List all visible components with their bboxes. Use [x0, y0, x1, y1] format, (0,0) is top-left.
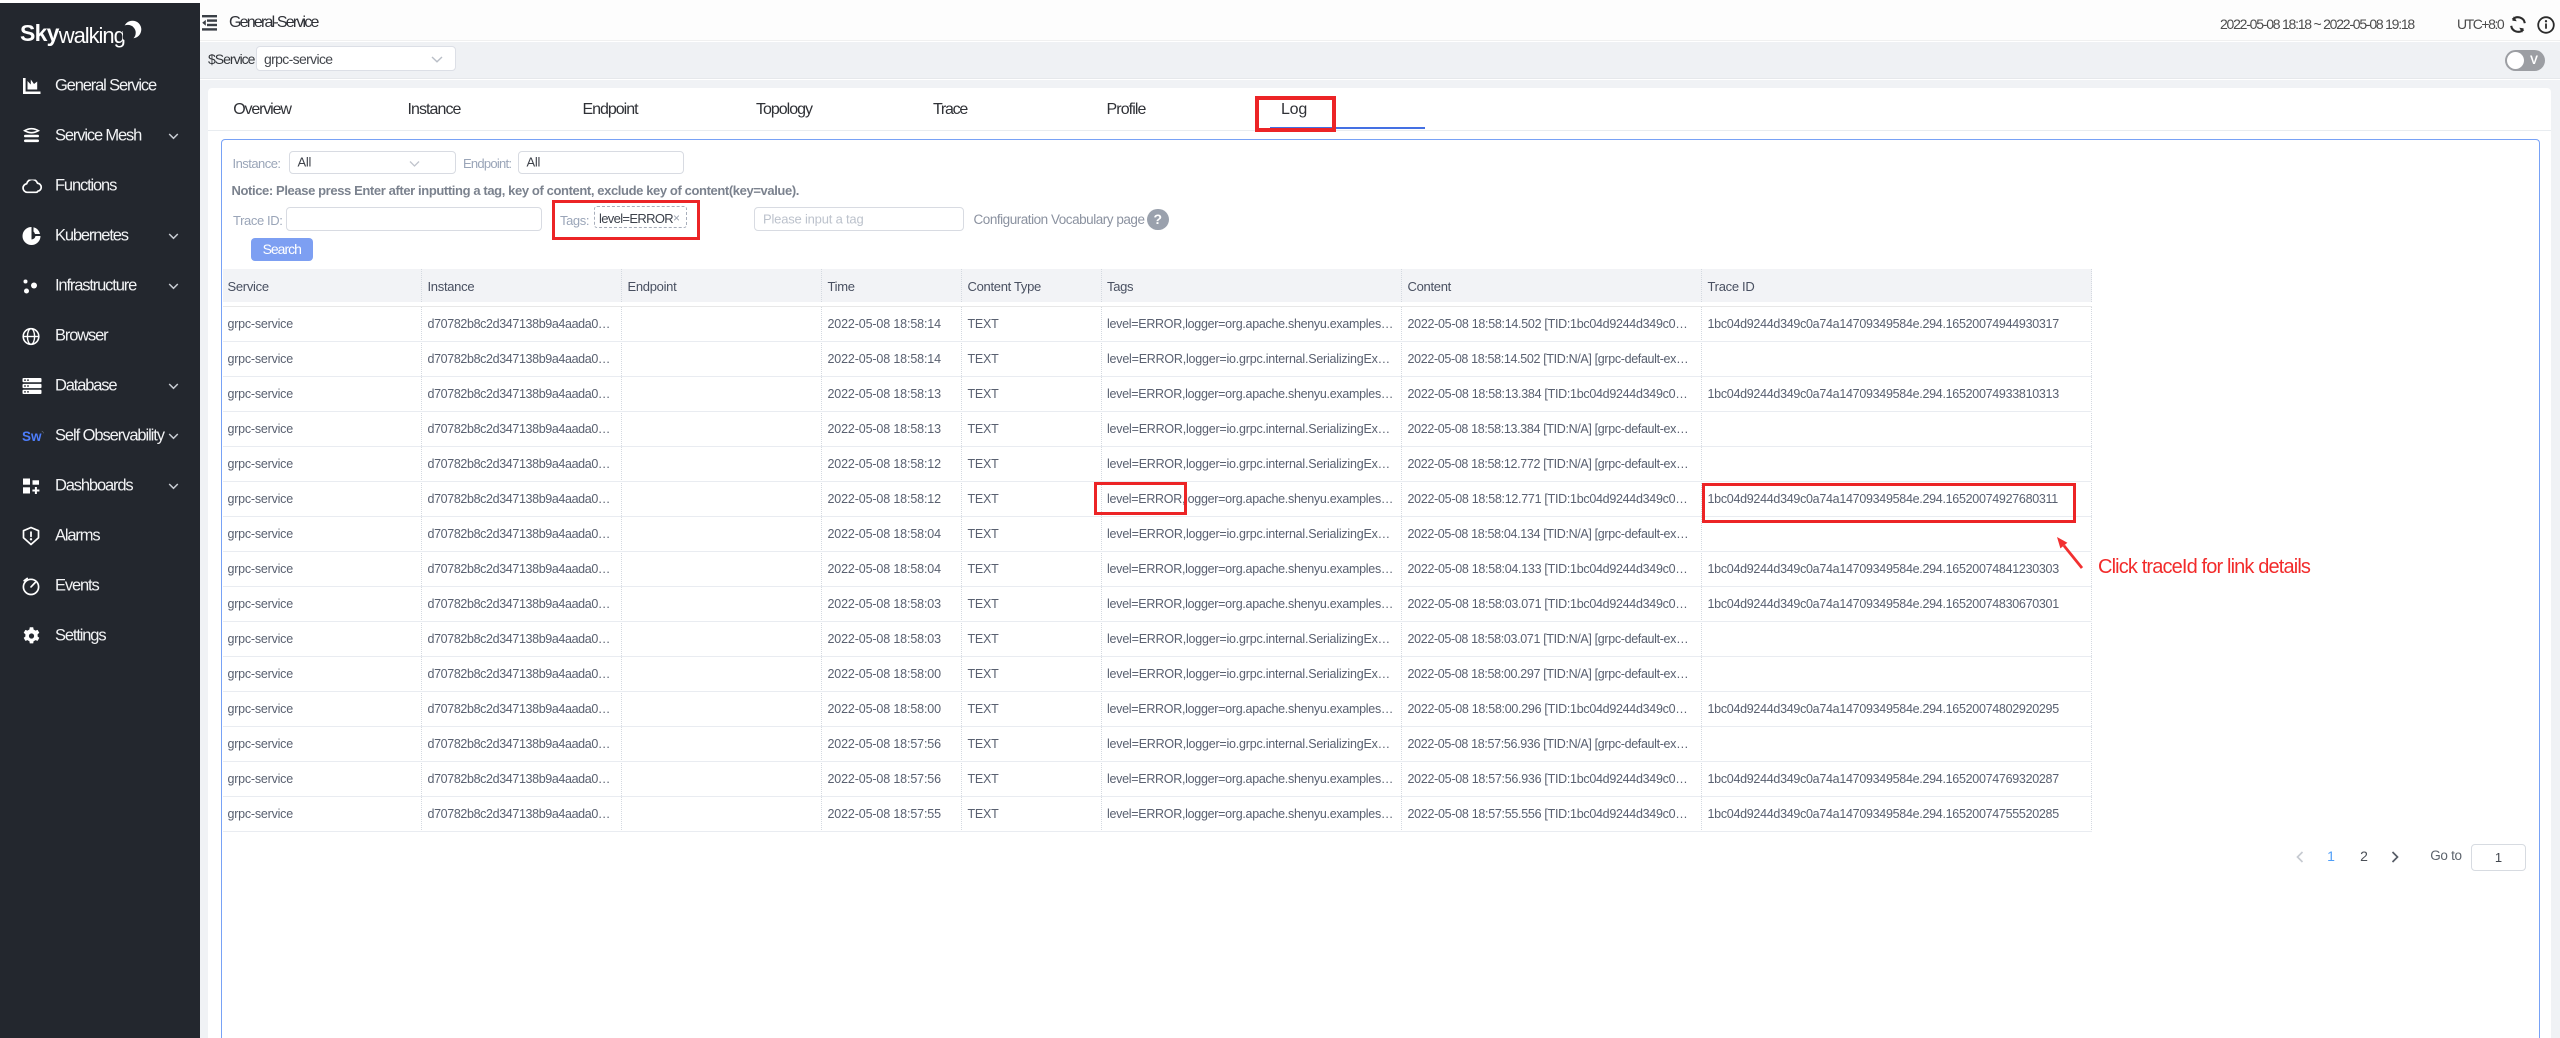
svg-text:Sw: Sw: [22, 429, 42, 444]
